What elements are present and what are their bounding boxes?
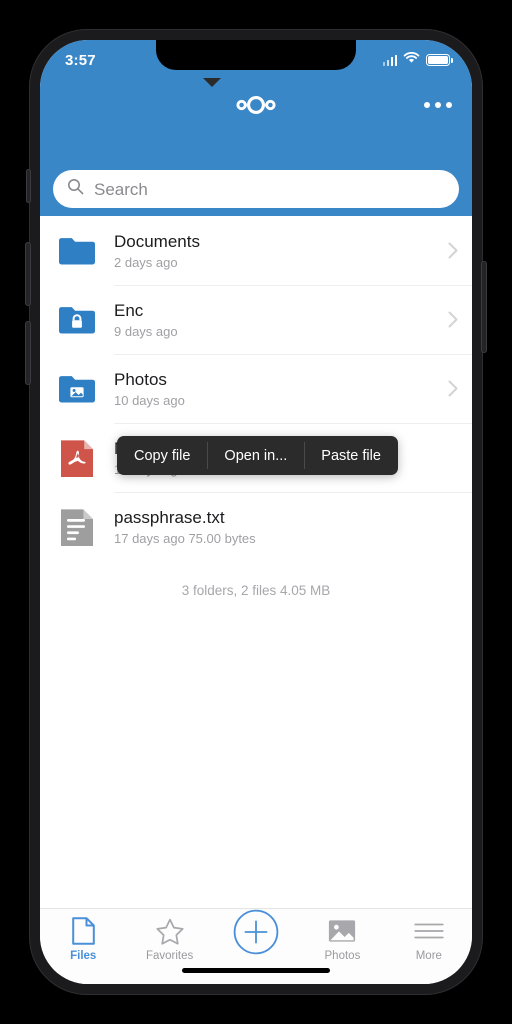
status-bar-time: 3:57 [65,51,96,69]
tab-files[interactable]: Files [40,917,126,962]
overflow-menu-icon[interactable] [418,93,458,117]
mute-switch-button[interactable] [26,169,31,203]
list-item-text: Photos 10 days ago [114,369,440,409]
folder-image-icon [56,368,98,410]
file-list: Documents 2 days ago Enc 9 days ago Phot… [40,216,472,908]
search-input[interactable]: Search [53,170,459,208]
power-button[interactable] [481,261,487,353]
star-icon [156,917,184,945]
folder-lock-icon [56,299,98,341]
cellular-signal-icon [382,54,397,66]
list-item-detail: 2 days ago [114,254,178,270]
tab-label-files: Files [70,950,97,962]
phone-frame: 3:57 Search Documents 2 days ago Enc 9 d… [25,29,487,995]
nav-row [40,80,472,130]
list-item[interactable]: passphrase.txt 17 days ago 75.00 bytes [40,492,472,561]
phone-screen: 3:57 Search Documents 2 days ago Enc 9 d… [40,40,472,984]
nextcloud-logo [234,94,278,116]
chevron-right-icon [448,311,458,328]
search-icon [67,178,84,200]
document-icon [71,917,95,945]
chevron-right-icon [448,380,458,397]
notch [156,40,356,70]
list-item-name: Enc [114,300,144,320]
wifi-icon [403,51,420,69]
list-item-text: passphrase.txt 17 days ago 75.00 bytes [114,507,458,547]
list-item-detail: 17 days ago 75.00 bytes [114,530,256,546]
chevron-right-icon [448,242,458,259]
tab-label-favorites: Favorites [145,950,194,962]
volume-down-button[interactable] [25,321,31,385]
list-item-text: Enc 9 days ago [114,300,440,340]
context-menu-item-open-in[interactable]: Open in... [207,436,304,475]
hamburger-icon [414,917,444,945]
tab-label-more: More [415,950,442,962]
tab-label-photos: Photos [324,950,361,962]
search-placeholder: Search [94,179,148,199]
tab-more[interactable]: More [386,917,472,962]
plus-circle-icon [233,909,279,955]
list-item-detail: 9 days ago [114,323,178,339]
list-item-name: passphrase.txt [114,507,225,527]
list-item[interactable]: Photos 10 days ago [40,354,472,423]
folder-icon [56,230,98,272]
context-menu-item-copy-file[interactable]: Copy file [117,436,207,475]
context-menu-arrow [203,78,221,87]
list-item[interactable]: Enc 9 days ago [40,285,472,354]
home-indicator[interactable] [182,968,330,973]
list-item-detail: 10 days ago [114,392,185,408]
context-menu: Copy file Open in... Paste file [117,436,398,475]
text-file-icon [56,506,98,548]
search-bar-container: Search [40,170,472,208]
list-summary: 3 folders, 2 files 4.05 MB [181,583,331,598]
tab-favorites[interactable]: Favorites [126,917,212,962]
tab-photos[interactable]: Photos [299,917,385,962]
list-item[interactable]: Documents 2 days ago [40,216,472,285]
tab-add-button[interactable] [213,909,299,955]
image-icon [328,917,356,945]
battery-icon [426,54,453,66]
volume-up-button[interactable] [25,242,31,306]
list-item-text: Documents 2 days ago [114,231,440,271]
list-item-name: Documents [114,231,200,251]
pdf-file-icon [56,437,98,479]
status-bar-icons [382,51,453,69]
context-menu-item-paste-file[interactable]: Paste file [304,436,398,475]
list-item-name: Photos [114,369,167,389]
